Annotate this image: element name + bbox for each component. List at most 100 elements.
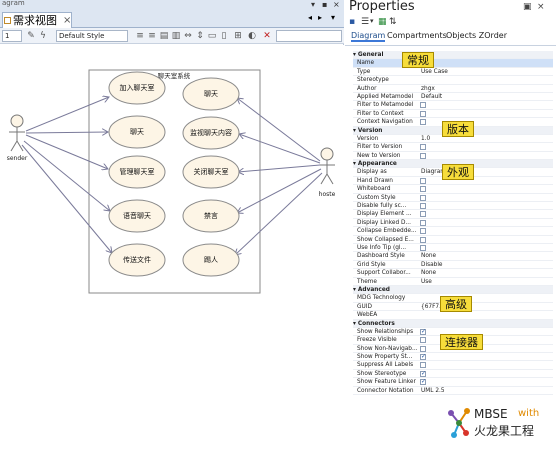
property-checkbox[interactable] [420, 244, 426, 251]
property-checkbox[interactable] [420, 378, 426, 387]
close-icon[interactable]: × [537, 2, 545, 12]
property-value[interactable]: None [421, 269, 461, 277]
property-row[interactable]: Suppress All Labels [353, 361, 553, 370]
property-row[interactable]: WebEA [353, 311, 553, 320]
property-row[interactable]: Filter to Context [353, 110, 553, 119]
property-row[interactable]: Dashboard Style None [353, 252, 553, 261]
property-checkbox[interactable] [420, 236, 426, 243]
property-value[interactable]: zhgx [421, 85, 461, 93]
property-checkbox[interactable] [420, 177, 426, 184]
use-case[interactable]: 聊天 [182, 77, 240, 111]
property-checkbox[interactable] [420, 219, 426, 226]
close-icon[interactable]: × [333, 0, 340, 9]
diagram-canvas[interactable]: 聊天室系统 sender hoste 加入聊天室 聊天 管理聊天室 语音聊天 传… [0, 45, 344, 447]
property-row[interactable]: Filter to Version [353, 143, 553, 152]
space-vertical-icon[interactable]: ⇕ [195, 31, 205, 41]
property-checkbox[interactable] [420, 370, 426, 378]
same-width-icon[interactable]: ▭ [207, 31, 217, 41]
same-height-icon[interactable]: ▯ [219, 31, 229, 41]
property-value[interactable]: Disable [421, 261, 461, 269]
style-select[interactable]: Default Style [56, 30, 128, 42]
list-icon[interactable]: ☰ [361, 17, 369, 27]
property-checkbox[interactable] [420, 144, 426, 151]
zoom-select[interactable]: 1 [2, 30, 22, 42]
property-value[interactable]: Use Case [421, 68, 461, 76]
property-section[interactable]: ▾ Connectors [353, 319, 553, 328]
property-row[interactable]: Filter to Metamodel [353, 101, 553, 110]
property-row[interactable]: Grid Style Disable [353, 261, 553, 270]
property-checkbox[interactable] [420, 119, 426, 126]
property-row[interactable]: Show Property St... [353, 353, 553, 361]
use-case[interactable]: 加入聊天室 [108, 71, 166, 105]
dropdown-icon[interactable]: ▾ [311, 0, 315, 9]
tab-objects-zorder[interactable]: Objects ZOrder [446, 31, 507, 40]
delete-icon[interactable]: ✕ [262, 31, 272, 41]
use-case[interactable]: 监视聊天内容 [182, 116, 240, 150]
toolbar-search-field[interactable] [276, 30, 342, 42]
property-checkbox[interactable] [420, 337, 426, 344]
property-value[interactable]: Use [421, 278, 461, 286]
property-checkbox[interactable] [420, 194, 426, 201]
tab-compartments[interactable]: Compartments [387, 31, 447, 40]
tab-diagram[interactable]: Diagram [351, 31, 386, 42]
use-case[interactable]: 语音聊天 [108, 199, 166, 233]
property-checkbox[interactable] [420, 362, 426, 369]
align-middle-icon[interactable]: ▥ [171, 31, 181, 41]
scroll-right-icon[interactable]: ▸ [318, 13, 322, 22]
property-row[interactable]: Show Stereotype [353, 370, 553, 378]
property-row[interactable]: Stereotype [353, 76, 553, 85]
use-case[interactable]: 禁言 [182, 199, 240, 233]
use-case[interactable]: 关闭聊天室 [182, 155, 240, 189]
property-value[interactable]: Default [421, 93, 461, 101]
scroll-left-icon[interactable]: ◂ [308, 13, 312, 22]
tab-close-icon[interactable]: × [63, 13, 71, 28]
tab-list-icon[interactable]: ▾ [331, 13, 335, 22]
property-checkbox[interactable] [420, 110, 426, 117]
pin-icon[interactable]: ▣ [523, 2, 532, 12]
use-case[interactable]: 传送文件 [108, 243, 166, 277]
property-row[interactable]: Collapse Embedde... [353, 227, 553, 236]
property-row[interactable]: Custom Style [353, 194, 553, 203]
property-checkbox[interactable] [420, 203, 426, 210]
property-row[interactable]: Applied Metamodel Default [353, 93, 553, 102]
property-row[interactable]: Support Collabor... None [353, 269, 553, 278]
actor-hoste[interactable] [319, 147, 335, 185]
property-row[interactable]: Name [353, 59, 553, 68]
list-dropdown-icon[interactable]: ▾ [370, 17, 374, 25]
property-row[interactable]: Show Feature Linker [353, 378, 553, 387]
pin-icon[interactable]: ▪ [322, 0, 327, 9]
align-left-icon[interactable]: ≡ [135, 31, 145, 41]
category-icon[interactable]: ▦ [378, 17, 387, 27]
align-center-icon[interactable]: ≡ [147, 31, 157, 41]
property-row[interactable]: New to Version [353, 152, 553, 161]
property-checkbox[interactable] [420, 102, 426, 109]
property-checkbox[interactable] [420, 328, 426, 336]
property-checkbox[interactable] [420, 152, 426, 159]
property-row[interactable]: Use Info Tip (gl... [353, 244, 553, 253]
property-checkbox[interactable] [420, 353, 426, 361]
property-row[interactable]: Connector Notation UML 2.5 [353, 387, 553, 396]
property-value[interactable]: UML 2.5 [421, 387, 461, 395]
property-section[interactable]: ▾ General [353, 51, 553, 60]
property-checkbox[interactable] [420, 211, 426, 218]
colors-icon[interactable]: ◐ [247, 31, 257, 41]
property-checkbox[interactable] [420, 186, 426, 193]
save-icon[interactable]: ▪ [349, 17, 355, 27]
property-section[interactable]: ▾ Advanced [353, 285, 553, 295]
property-row[interactable]: Theme Use [353, 278, 553, 286]
property-row[interactable]: Show Collapsed E... [353, 236, 553, 244]
property-checkbox[interactable] [420, 345, 426, 352]
property-row[interactable]: Whiteboard [353, 185, 553, 194]
wand-icon[interactable]: ✎ [26, 31, 36, 41]
property-row[interactable]: Display Linked D... [353, 219, 553, 228]
property-row[interactable]: Disable fully sc... [353, 202, 553, 211]
property-row[interactable]: Author zhgx [353, 85, 553, 93]
lightning-icon[interactable]: ϟ [38, 31, 48, 41]
use-case[interactable]: 聊天 [108, 115, 166, 149]
property-checkbox[interactable] [420, 228, 426, 235]
property-row[interactable]: Type Use Case [353, 68, 553, 77]
align-top-icon[interactable]: ▤ [159, 31, 169, 41]
tab-requirements-view[interactable]: 需求视图 × [2, 12, 72, 28]
property-row[interactable]: Display Element ... [353, 210, 553, 219]
space-horizontal-icon[interactable]: ⇔ [183, 31, 193, 41]
